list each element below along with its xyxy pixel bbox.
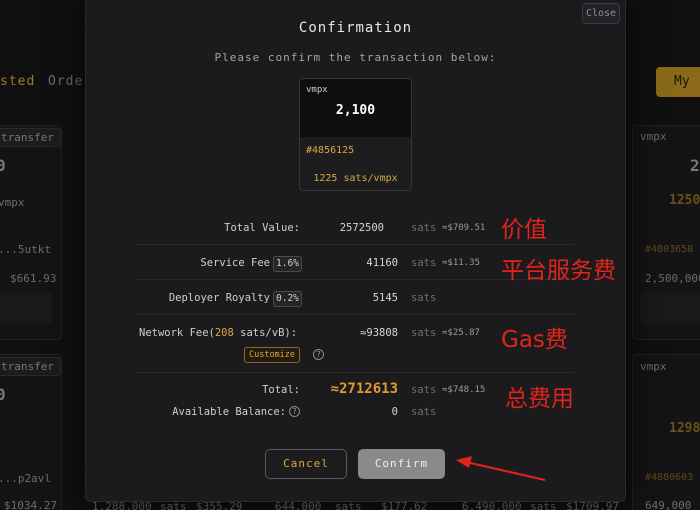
arrow-annotation-icon bbox=[456, 456, 546, 481]
